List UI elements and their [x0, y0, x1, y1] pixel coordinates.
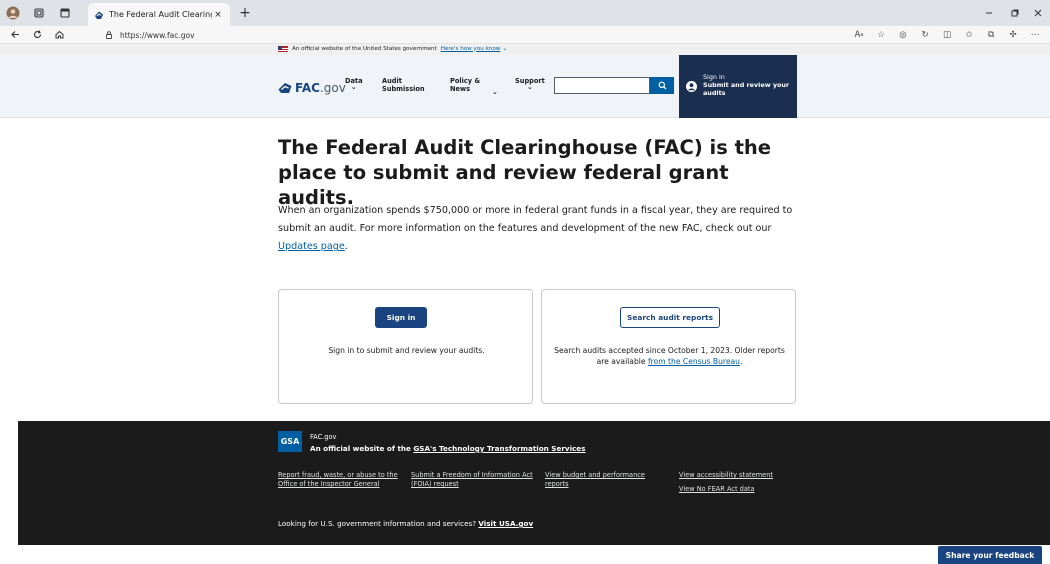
nav-policy-label-1: Policy &: [450, 77, 481, 85]
url-text: https://www.fac.gov: [120, 30, 195, 40]
us-flag-icon: [278, 45, 288, 52]
site-footer: GSA FAC.gov An official website of the G…: [18, 421, 1050, 545]
no-fear-link[interactable]: View No FEAR Act data: [679, 485, 809, 494]
usagov-prefix: Looking for U.S. government information …: [278, 519, 479, 528]
avatar-icon[interactable]: [0, 0, 26, 26]
extensions-icon[interactable]: ✣: [1002, 26, 1024, 44]
collections-sidebar-icon[interactable]: ⧉: [980, 26, 1002, 44]
page-title: The Federal Audit Clearinghouse (FAC) is…: [278, 136, 772, 209]
nav-policy-news[interactable]: Policy & News: [450, 77, 480, 93]
report-fraud-link[interactable]: Report fraud, waste, or abuse to the Off…: [278, 471, 403, 489]
site-header: FAC .gov Data ⌄ Audit Submission Policy …: [0, 55, 1050, 118]
address-bar-row: https://www.fac.gov Aa ☆ ◎ ↻ ◫ ✩ ⧉ ✣ ⋯: [0, 26, 1050, 44]
header-signin-link[interactable]: Sign in Submit and review your audits: [679, 55, 797, 118]
tab-bar: The Federal Audit Clearinghouse × +: [0, 0, 1050, 26]
hero-intro: When an organization spends $750,000 or …: [278, 202, 798, 256]
nav-audit-label-2: Submission: [382, 85, 425, 93]
search-card: Search audit reports Search audits accep…: [541, 289, 796, 404]
budget-link[interactable]: View budget and performance reports: [545, 471, 667, 489]
restore-icon[interactable]: [1003, 0, 1027, 26]
fac-favicon: [95, 11, 103, 19]
fac-logo-icon: [278, 83, 292, 93]
tracking-icon[interactable]: ◎: [892, 26, 914, 44]
tts-link[interactable]: GSA's Technology Transformation Services: [413, 444, 585, 453]
collections-icon[interactable]: [26, 0, 52, 26]
share-feedback-button[interactable]: Share your feedback: [938, 546, 1042, 564]
signin-card: Sign in Sign in to submit and review you…: [278, 289, 533, 404]
chevron-down-icon[interactable]: ⌄: [502, 45, 507, 52]
back-icon[interactable]: [4, 26, 26, 44]
tab-actions-icon[interactable]: [52, 0, 78, 26]
census-bureau-link[interactable]: from the Census Bureau: [648, 357, 740, 366]
minimize-icon[interactable]: [977, 0, 1001, 26]
read-aloud-icon[interactable]: Aa: [848, 26, 870, 44]
close-tab-icon[interactable]: ×: [212, 10, 224, 20]
nav-policy-label-2: News: [450, 85, 471, 93]
hero-intro-text: When an organization spends $750,000 or …: [278, 205, 793, 234]
close-window-icon[interactable]: [1026, 0, 1050, 26]
hero-intro-end: .: [344, 241, 348, 252]
usagov-line: Looking for U.S. government information …: [278, 519, 533, 528]
url-field[interactable]: https://www.fac.gov: [104, 29, 195, 41]
search-icon: [658, 81, 666, 90]
accessibility-link[interactable]: View accessibility statement: [679, 471, 809, 480]
nav-audit-label-1: Audit: [382, 77, 402, 85]
footer-site-name: FAC.gov: [310, 433, 337, 441]
gov-banner-text: An official website of the United States…: [292, 45, 437, 52]
new-tab-button[interactable]: +: [235, 3, 255, 23]
browser-tab[interactable]: The Federal Audit Clearinghouse ×: [88, 3, 230, 26]
search-input[interactable]: [554, 77, 650, 94]
chevron-down-icon[interactable]: ⌄: [492, 88, 498, 96]
browser-window: The Federal Audit Clearinghouse × + http…: [0, 0, 1050, 564]
tab-title: The Federal Audit Clearinghouse: [109, 10, 212, 19]
foia-link[interactable]: Submit a Freedom of Information Act (FOI…: [411, 471, 533, 489]
search-card-end: .: [739, 357, 743, 366]
header-signin-line2: Submit and review your: [703, 81, 790, 89]
logo-fac-text: FAC: [295, 81, 320, 95]
more-icon[interactable]: ⋯: [1024, 26, 1046, 44]
lock-icon[interactable]: [104, 30, 114, 40]
signin-card-text: Sign in to submit and review your audits…: [328, 346, 485, 355]
search-button[interactable]: [650, 77, 674, 94]
update-icon[interactable]: ↻: [914, 26, 936, 44]
home-icon[interactable]: [48, 26, 70, 44]
fac-logo[interactable]: FAC .gov: [278, 81, 346, 95]
updates-page-link[interactable]: Updates page: [278, 241, 345, 252]
favorites-bar-icon[interactable]: ✩: [958, 26, 980, 44]
search-audit-reports-button[interactable]: Search audit reports: [620, 307, 720, 328]
how-you-know-link[interactable]: Here's how you know: [441, 46, 501, 52]
nav-support[interactable]: Support ⌄: [515, 77, 545, 91]
usagov-link[interactable]: Visit USA.gov: [478, 519, 533, 528]
browser-toolbar-icons: Aa ☆ ◎ ↻ ◫ ✩ ⧉ ✣ ⋯: [848, 26, 1046, 44]
search-card-text: Search audits accepted since October 1, …: [550, 345, 789, 367]
signin-button[interactable]: Sign in: [375, 307, 427, 328]
logo-gov-text: .gov: [319, 81, 346, 95]
footer-official: An official website of the GSA's Technol…: [310, 444, 585, 453]
favorite-icon[interactable]: ☆: [870, 26, 892, 44]
user-circle-icon: [686, 81, 697, 92]
nav-audit-submission[interactable]: Audit Submission: [382, 77, 425, 93]
gov-banner: An official website of the United States…: [0, 44, 1050, 55]
split-screen-icon[interactable]: ◫: [936, 26, 958, 44]
header-signin-line1: Sign in: [703, 73, 725, 81]
nav-data[interactable]: Data ⌄: [345, 77, 363, 91]
footer-official-prefix: An official website of the: [310, 444, 414, 453]
refresh-icon[interactable]: [26, 26, 48, 44]
gsa-logo[interactable]: GSA: [278, 431, 302, 452]
header-signin-line3: audits: [703, 89, 726, 97]
